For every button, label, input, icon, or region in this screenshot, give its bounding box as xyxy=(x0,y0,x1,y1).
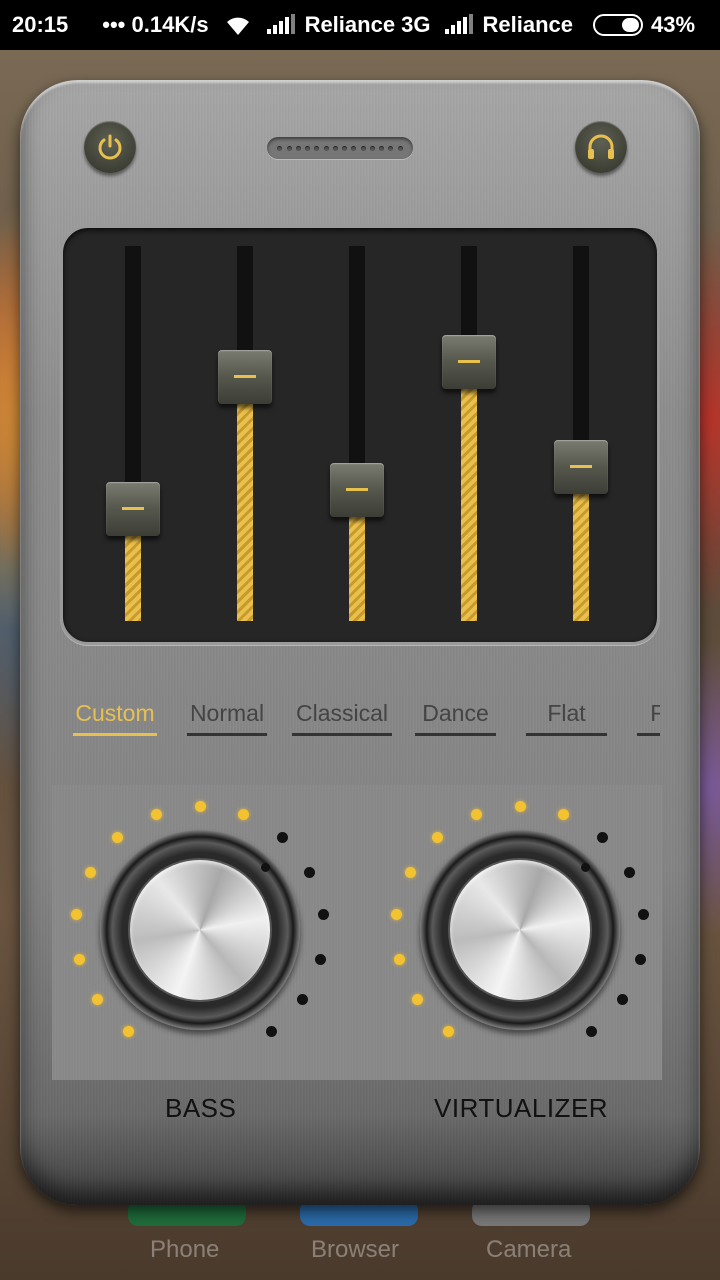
battery-icon xyxy=(593,14,644,36)
bass-led xyxy=(315,953,327,965)
bass-label: BASS xyxy=(165,1093,237,1123)
carrier-1: Reliance 3G xyxy=(304,12,431,37)
virtualizer-led xyxy=(635,953,647,965)
virtualizer-led xyxy=(404,866,416,878)
bass-led xyxy=(304,866,316,878)
virtualizer-led xyxy=(637,909,649,921)
eq-band-5-track[interactable] xyxy=(573,246,589,621)
preset-tabs: Custom Normal Classical Dance Flat Folk xyxy=(70,700,660,745)
equalizer-screen xyxy=(60,225,660,645)
wifi-icon xyxy=(226,17,249,35)
eq-band-4-handle[interactable] xyxy=(442,335,496,390)
preset-custom[interactable]: Custom xyxy=(73,700,157,736)
eq-band-2-level xyxy=(237,377,253,621)
speaker-grill xyxy=(267,137,413,159)
headphones-button[interactable] xyxy=(575,121,627,173)
preset-folk[interactable]: Folk xyxy=(637,700,660,736)
virtualizer-led xyxy=(470,808,482,820)
bass-led xyxy=(73,953,85,965)
bass-led xyxy=(150,808,162,820)
eq-band-3-track[interactable] xyxy=(349,246,365,621)
bass-led xyxy=(84,866,96,878)
signal-icon-2 xyxy=(444,14,475,36)
headphones-icon xyxy=(588,134,614,159)
power-icon xyxy=(98,134,122,160)
eq-band-4-track[interactable] xyxy=(461,246,477,621)
preset-flat[interactable]: Flat xyxy=(526,700,607,736)
bass-led xyxy=(112,831,124,843)
preset-normal[interactable]: Normal xyxy=(187,700,267,736)
status-time: 20:15 xyxy=(12,12,69,37)
bass-led xyxy=(265,1026,277,1038)
eq-band-5-handle[interactable] xyxy=(554,440,608,495)
eq-band-2-handle[interactable] xyxy=(218,350,272,405)
dock-label-phone[interactable]: Phone xyxy=(150,1236,219,1264)
virtualizer-led xyxy=(432,831,444,843)
bass-led xyxy=(238,808,250,820)
power-button[interactable] xyxy=(84,121,136,173)
dock-label-camera[interactable]: Camera xyxy=(486,1236,571,1264)
network-speed: ••• 0.14K/s xyxy=(102,12,209,37)
virtualizer-led xyxy=(393,953,405,965)
bass-led xyxy=(194,800,206,812)
bass-knob-cap xyxy=(130,860,270,1000)
eq-band-2-track[interactable] xyxy=(237,246,253,621)
bass-led xyxy=(317,909,329,921)
bass-knob[interactable] xyxy=(100,830,300,1030)
carrier-2: Reliance xyxy=(482,12,574,37)
bass-knob-indicator xyxy=(261,863,270,872)
virtualizer-knob-indicator xyxy=(581,863,590,872)
virtualizer-led xyxy=(596,831,608,843)
status-bar: 20:15 ••• 0.14K/s Reliance 3G Reliance 4… xyxy=(0,0,720,50)
virtualizer-label: VIRTUALIZER xyxy=(434,1093,609,1123)
signal-icon xyxy=(266,14,297,36)
virtualizer-led xyxy=(585,1026,597,1038)
preset-dance[interactable]: Dance xyxy=(415,700,496,736)
dock-label-browser[interactable]: Browser xyxy=(311,1236,399,1264)
virtualizer-led xyxy=(514,800,526,812)
bass-led xyxy=(276,831,288,843)
eq-band-4-level xyxy=(461,362,477,621)
virtualizer-knob[interactable] xyxy=(420,830,620,1030)
battery-percent: 43% xyxy=(651,12,696,37)
virtualizer-knob-cap xyxy=(450,860,590,1000)
eq-band-1-handle[interactable] xyxy=(106,481,160,536)
eq-band-3-handle[interactable] xyxy=(330,462,384,517)
virtualizer-led xyxy=(558,808,570,820)
eq-band-1-track[interactable] xyxy=(125,246,141,621)
preset-classical[interactable]: Classical xyxy=(292,700,392,736)
virtualizer-led xyxy=(624,866,636,878)
